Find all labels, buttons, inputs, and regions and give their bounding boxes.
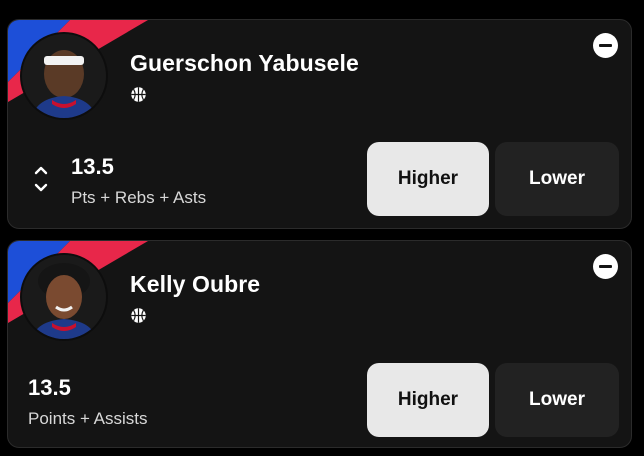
pick-card-oubre: Kelly Oubre 13.5 Points + Assists Higher… xyxy=(7,240,632,448)
chevron-up-down-icon[interactable] xyxy=(33,163,49,195)
stat-line-value: 13.5 xyxy=(28,375,71,400)
remove-pick-button[interactable] xyxy=(593,254,618,279)
player-name: Kelly Oubre xyxy=(130,271,261,297)
player-name: Guerschon Yabusele xyxy=(130,50,359,76)
picks-list: Guerschon Yabusele 13.5 Pts + Rebs + Ast… xyxy=(0,0,644,456)
higher-button[interactable]: Higher xyxy=(367,142,489,216)
pick-card-yabusele: Guerschon Yabusele 13.5 Pts + Rebs + Ast… xyxy=(7,19,632,229)
stat-type-label: Points + Assists xyxy=(28,409,148,428)
player-avatar xyxy=(20,253,108,341)
stat-line-value: 13.5 xyxy=(71,154,114,179)
lower-button[interactable]: Lower xyxy=(495,142,619,216)
player-avatar xyxy=(20,32,108,120)
lower-button[interactable]: Lower xyxy=(495,363,619,437)
higher-button[interactable]: Higher xyxy=(367,363,489,437)
basketball-icon xyxy=(131,87,146,102)
stat-type-label: Pts + Rebs + Asts xyxy=(71,188,207,207)
basketball-icon xyxy=(131,308,146,323)
remove-pick-button[interactable] xyxy=(593,33,618,58)
